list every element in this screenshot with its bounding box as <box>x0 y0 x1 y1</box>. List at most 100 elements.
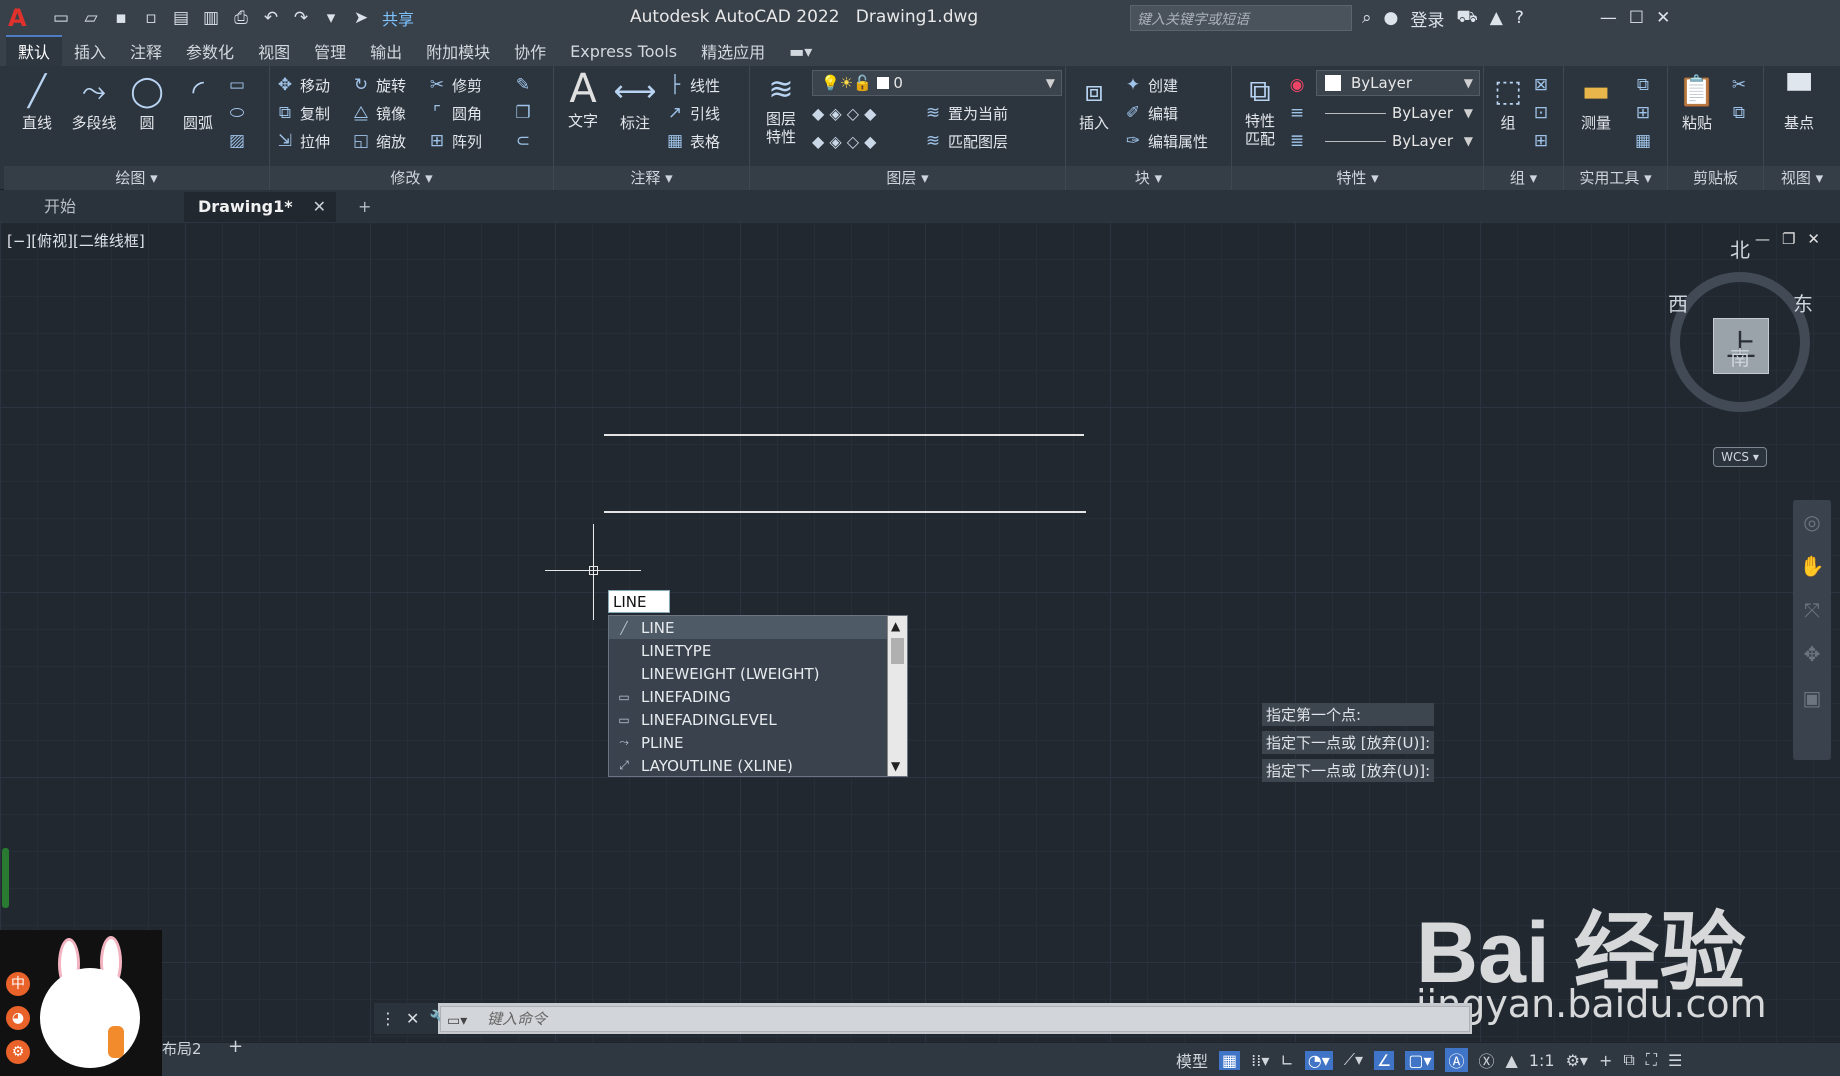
cut-icon[interactable]: ✂ <box>1728 72 1754 98</box>
zoom-extents-icon[interactable]: ⤧ <box>1804 598 1820 622</box>
autocomplete-item[interactable]: LINETYPE <box>609 639 907 662</box>
offset-button[interactable]: ⊂ <box>512 128 538 154</box>
command-input[interactable]: ▭▾ 键入命令 <box>440 1006 1470 1032</box>
color-wheel-icon[interactable]: ◉ <box>1286 72 1312 98</box>
tab-insert[interactable]: 插入 <box>62 35 118 67</box>
linetype-dropdown[interactable]: ByLayer ▼ <box>1316 100 1480 126</box>
showmotion-icon[interactable]: ▣ <box>1803 686 1822 710</box>
text-button[interactable]: A 文字 <box>558 66 608 131</box>
maximize-icon[interactable]: ☐ <box>1629 8 1644 28</box>
panel-group-title[interactable]: 组 ▾ <box>1484 166 1563 190</box>
settings-gear-icon[interactable]: ⚙▾ <box>1566 1051 1588 1070</box>
app-menu-button[interactable]: A <box>8 4 46 32</box>
ribbon-toggle-icon[interactable]: ▬▾ <box>777 38 824 65</box>
open-icon[interactable]: ▱ <box>76 3 106 33</box>
edit-block-button[interactable]: ✐ 编辑 <box>1122 100 1178 126</box>
fillet-button[interactable]: ⌜ 圆角 <box>426 100 482 126</box>
ellipse-button[interactable]: ⬭ <box>226 100 252 126</box>
steeringwheel-icon[interactable]: ◎ <box>1803 510 1820 534</box>
dynamic-input-field[interactable]: LINE <box>608 590 670 613</box>
auto-scale-icon[interactable]: Ⓧ <box>1479 1048 1495 1072</box>
layer-properties-button[interactable]: ≋ 图层特性 <box>754 68 808 147</box>
viewport-controls-label[interactable]: [−][俯视][二维线框] <box>7 230 145 251</box>
panel-utilities-title[interactable]: 实用工具 ▾ <box>1564 166 1667 190</box>
grip-icon[interactable]: ⋮ <box>380 1009 396 1028</box>
rectangle-button[interactable]: ▭ <box>226 72 252 98</box>
copy-clip-icon[interactable]: ⧉ <box>1728 100 1754 126</box>
annotation-scale-icon[interactable]: ▲ <box>1506 1051 1518 1070</box>
base-point-button[interactable]: ▀ 基点 <box>1768 70 1830 133</box>
autocomplete-item[interactable]: ╱ LINE <box>609 616 907 639</box>
ime-settings-icon[interactable]: ⚙ <box>6 1040 30 1064</box>
grid-icon[interactable]: ▦ <box>1219 1050 1241 1070</box>
annotation-visibility-icon[interactable]: Ⓐ <box>1445 1048 1468 1072</box>
array-button[interactable]: ⊞ 阵列 <box>426 128 482 154</box>
circle-button[interactable]: ◯ 圆 <box>122 70 172 133</box>
tab-annotate[interactable]: 注释 <box>118 35 174 67</box>
panel-draw-title[interactable]: 绘图 ▾ <box>4 166 269 190</box>
fullscreen-icon[interactable]: ⛶ <box>1646 1050 1657 1070</box>
group-edit-icon[interactable]: ⊡ <box>1530 100 1556 126</box>
panel-view-title[interactable]: 视图 ▾ <box>1764 166 1840 190</box>
explode-button[interactable]: ❐ <box>512 100 538 126</box>
tab-featured-apps[interactable]: 精选应用 <box>689 35 777 67</box>
share-button[interactable]: 共享 <box>382 6 414 30</box>
mirror-button[interactable]: ⧋ 镜像 <box>350 100 406 126</box>
match-properties-button[interactable]: ⧉ 特性匹配 <box>1236 70 1284 149</box>
snap-icon[interactable]: ⁞⁞▾ <box>1251 1051 1269 1070</box>
pan-icon[interactable]: ✋ <box>1800 554 1825 578</box>
layer-tools-row2[interactable]: ◆ ◈ ◇ ◆ <box>812 128 876 154</box>
tab-start[interactable]: 开始 <box>30 192 180 222</box>
help-icon[interactable]: ? <box>1515 8 1524 28</box>
set-current-button[interactable]: ≋ 置为当前 <box>922 100 1008 126</box>
open-web-icon[interactable]: ▤ <box>166 3 196 33</box>
minimize-icon[interactable]: — <box>1600 8 1617 28</box>
stretch-button[interactable]: ⇲ 拉伸 <box>274 128 330 154</box>
close-icon[interactable]: ✕ <box>1656 8 1670 28</box>
osnap-tracking-icon[interactable]: ∠ <box>1373 1050 1395 1070</box>
line-button[interactable]: ╱ 直线 <box>10 70 64 133</box>
search-input[interactable]: 键入关键字或短语 <box>1130 5 1352 31</box>
ime-chinese-icon[interactable]: 中 <box>6 972 30 996</box>
viewcube-west[interactable]: 西 <box>1668 288 1688 317</box>
hatch-button[interactable]: ▨ <box>226 128 252 154</box>
group-button[interactable]: ⬚ 组 <box>1488 70 1528 133</box>
customize-qat-icon[interactable]: ▾ <box>316 3 346 33</box>
autocomplete-item[interactable]: ⤳ PLINE <box>609 731 907 754</box>
add-layout-icon[interactable]: + <box>228 1036 243 1057</box>
move-button[interactable]: ✥ 移动 <box>274 72 330 98</box>
undo-icon[interactable]: ↶ <box>256 3 286 33</box>
tab-express-tools[interactable]: Express Tools <box>558 38 689 65</box>
viewcube-south[interactable]: 南 <box>1730 342 1750 371</box>
search-icon[interactable]: ⌕ <box>1362 8 1372 28</box>
layer-tools-row1[interactable]: ◆ ◈ ◇ ◆ <box>812 100 876 126</box>
autocomplete-scrollbar[interactable]: ▲ ▼ <box>887 616 907 776</box>
calculator-icon[interactable]: ▦ <box>1632 128 1658 154</box>
orbit-icon[interactable]: ✥ <box>1804 642 1821 666</box>
panel-block-title[interactable]: 块 ▾ <box>1066 166 1231 190</box>
viewport-restore-icon[interactable]: ❐ <box>1782 230 1795 248</box>
quick-select-icon[interactable]: ⧉ <box>1632 72 1658 98</box>
viewcube-north[interactable]: 北 <box>1730 234 1750 263</box>
plus-icon[interactable]: + <box>1599 1051 1612 1070</box>
viewport-close-icon[interactable]: ✕ <box>1807 230 1820 248</box>
layer-dropdown[interactable]: 💡☀🔓 0 ▼ <box>812 70 1062 96</box>
dimension-button[interactable]: ⟷ 标注 <box>610 70 660 133</box>
arc-button[interactable]: ◜ 圆弧 <box>168 70 228 133</box>
tab-parametric[interactable]: 参数化 <box>174 35 246 67</box>
close-cmd-icon[interactable]: ✕ <box>406 1009 419 1028</box>
tab-default[interactable]: 默认 <box>6 35 63 67</box>
erase-button[interactable]: ✎ <box>512 72 538 98</box>
panel-annotation-title[interactable]: 注释 ▾ <box>554 166 749 190</box>
tab-drawing1[interactable]: Drawing1* ✕ <box>184 192 336 222</box>
save-as-icon[interactable]: ▫ <box>136 3 166 33</box>
panel-layers-title[interactable]: 图层 ▾ <box>750 166 1065 190</box>
isodraft-icon[interactable]: ⟋▾ <box>1344 1050 1363 1070</box>
save-icon[interactable]: ▪ <box>106 3 136 33</box>
close-tab-icon[interactable]: ✕ <box>313 192 326 222</box>
polyline-button[interactable]: ⤳ 多段线 <box>62 70 126 133</box>
autocomplete-item[interactable]: ▭ LINEFADINGLEVEL <box>609 708 907 731</box>
ortho-icon[interactable]: ∟ <box>1280 1051 1293 1070</box>
tab-view[interactable]: 视图 <box>246 35 302 67</box>
insert-block-button[interactable]: ⧈ 插入 <box>1070 70 1118 133</box>
